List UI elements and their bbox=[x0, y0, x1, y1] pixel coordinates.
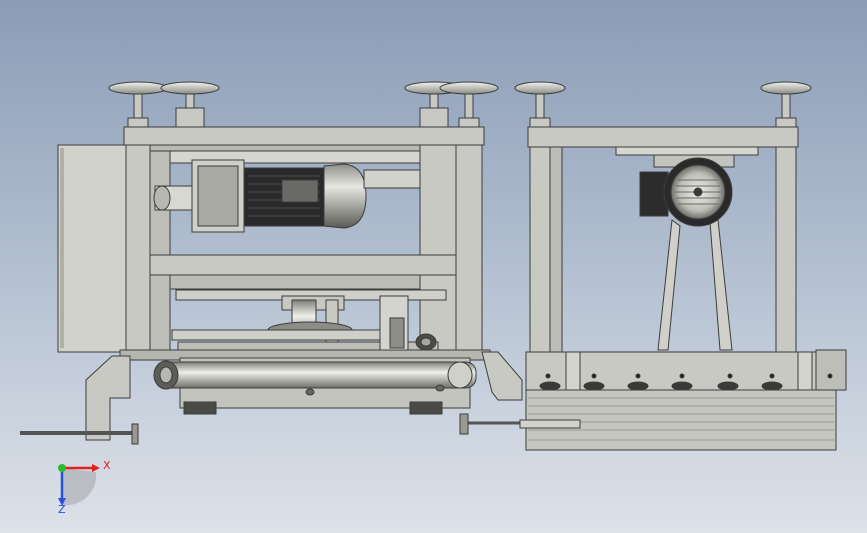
spindle-unit bbox=[171, 295, 439, 353]
drive-motor bbox=[639, 154, 735, 227]
leveling-foot bbox=[760, 81, 812, 129]
cad-viewport[interactable]: X Z bbox=[0, 0, 867, 533]
top-beam bbox=[123, 126, 485, 146]
drive-motor bbox=[153, 159, 421, 233]
caster bbox=[183, 401, 217, 415]
x-axis-head bbox=[92, 464, 100, 472]
control-cabinet bbox=[57, 144, 129, 353]
middle-beam bbox=[149, 254, 457, 276]
base-leg-right bbox=[481, 351, 523, 401]
machine-assembly-drawing bbox=[20, 81, 847, 506]
right-machine-unit bbox=[514, 81, 847, 451]
y-axis-point bbox=[58, 464, 66, 472]
left-machine-unit bbox=[20, 81, 523, 445]
coordinate-triad bbox=[58, 464, 100, 506]
frame-post bbox=[125, 144, 151, 356]
frame-post bbox=[529, 146, 551, 353]
adjust-knob bbox=[131, 423, 139, 445]
frame-post bbox=[775, 146, 797, 353]
caster bbox=[409, 401, 443, 415]
leveling-foot bbox=[514, 81, 566, 129]
frame-post bbox=[149, 150, 171, 352]
top-beam bbox=[527, 126, 799, 148]
leveling-foot bbox=[439, 81, 499, 129]
leveling-foot bbox=[108, 81, 168, 129]
leveling-foot bbox=[160, 81, 220, 129]
x-axis-label: X bbox=[103, 459, 111, 472]
frame-post bbox=[419, 144, 457, 356]
base-leg-left bbox=[85, 355, 131, 441]
z-axis-label: Z bbox=[58, 503, 66, 516]
frame-post bbox=[455, 144, 483, 356]
